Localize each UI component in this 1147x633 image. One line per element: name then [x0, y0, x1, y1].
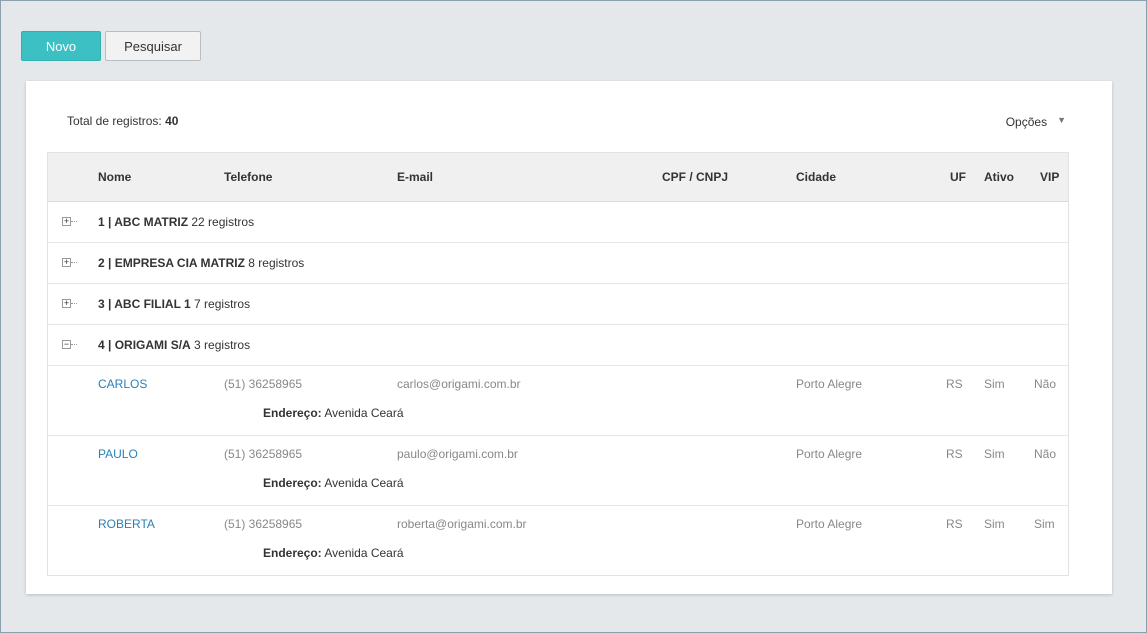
options-label: Opções — [1005, 115, 1048, 129]
row-phone: (51) 36258965 — [224, 447, 303, 461]
row-name-link[interactable]: PAULO — [98, 447, 138, 461]
row-uf: RS — [946, 517, 963, 531]
table-row: CARLOS (51) 36258965 carlos@origami.com.… — [48, 366, 1068, 436]
row-name-link[interactable]: ROBERTA — [98, 517, 155, 531]
column-header-uf[interactable]: UF — [950, 170, 966, 184]
group-row[interactable]: + 2 | EMPRESA CIA MATRIZ 8 registros — [48, 243, 1068, 284]
group-row[interactable]: + 3 | ABC FILIAL 1 7 registros — [48, 284, 1068, 325]
plus-box-icon[interactable]: + — [62, 299, 71, 308]
toolbar: Novo Pesquisar — [21, 31, 201, 61]
group-label: 4 | ORIGAMI S/A 3 registros — [98, 338, 251, 352]
options-dropdown[interactable]: Opções ▼ — [1006, 115, 1066, 129]
row-active: Sim — [984, 447, 1005, 461]
plus-box-icon[interactable]: + — [62, 258, 71, 267]
row-city: Porto Alegre — [796, 377, 863, 391]
row-address: Endereço: Avenida Ceará — [263, 546, 404, 560]
records-grid: Nome Telefone E-mail CPF / CNPJ Cidade U… — [47, 152, 1069, 576]
row-uf: RS — [946, 447, 963, 461]
row-vip: Não — [1034, 377, 1057, 391]
row-active: Sim — [984, 517, 1005, 531]
row-city: Porto Alegre — [796, 517, 863, 531]
group-row-expanded[interactable]: − 4 | ORIGAMI S/A 3 registros — [48, 325, 1068, 366]
row-email: roberta@origami.com.br — [397, 517, 527, 531]
total-records-label: Total de registros: — [67, 114, 162, 128]
row-email: carlos@origami.com.br — [397, 377, 521, 391]
table-row: ROBERTA (51) 36258965 roberta@origami.co… — [48, 506, 1068, 575]
total-records: Total de registros: 40 — [67, 114, 178, 128]
column-header-email[interactable]: E-mail — [397, 170, 433, 184]
group-label: 2 | EMPRESA CIA MATRIZ 8 registros — [98, 256, 305, 270]
column-header-vip[interactable]: VIP — [1040, 170, 1059, 184]
column-header-cidade[interactable]: Cidade — [796, 170, 836, 184]
column-header-telefone[interactable]: Telefone — [224, 170, 272, 184]
row-vip: Sim — [1034, 517, 1055, 531]
row-address: Endereço: Avenida Ceará — [263, 406, 404, 420]
column-header-cpf-cnpj[interactable]: CPF / CNPJ — [662, 170, 728, 184]
row-phone: (51) 36258965 — [224, 517, 303, 531]
column-header-nome[interactable]: Nome — [98, 170, 131, 184]
minus-box-icon[interactable]: − — [62, 340, 71, 349]
row-city: Porto Alegre — [796, 447, 863, 461]
column-header-ativo[interactable]: Ativo — [984, 170, 1014, 184]
caret-down-icon: ▼ — [1057, 115, 1066, 125]
plus-box-icon[interactable]: + — [62, 217, 71, 226]
row-active: Sim — [984, 377, 1005, 391]
results-panel: Total de registros: 40 Opções ▼ Nome Tel… — [26, 81, 1112, 594]
row-uf: RS — [946, 377, 963, 391]
group-row[interactable]: + 1 | ABC MATRIZ 22 registros — [48, 202, 1068, 243]
row-email: paulo@origami.com.br — [397, 447, 518, 461]
total-records-value: 40 — [165, 114, 179, 128]
search-button[interactable]: Pesquisar — [105, 31, 201, 61]
group-label: 1 | ABC MATRIZ 22 registros — [98, 215, 255, 229]
row-phone: (51) 36258965 — [224, 377, 303, 391]
group-label: 3 | ABC FILIAL 1 7 registros — [98, 297, 251, 311]
row-vip: Não — [1034, 447, 1057, 461]
new-button[interactable]: Novo — [21, 31, 101, 61]
table-row: PAULO (51) 36258965 paulo@origami.com.br… — [48, 436, 1068, 506]
grid-header: Nome Telefone E-mail CPF / CNPJ Cidade U… — [48, 153, 1068, 202]
row-name-link[interactable]: CARLOS — [98, 377, 147, 391]
row-address: Endereço: Avenida Ceará — [263, 476, 404, 490]
